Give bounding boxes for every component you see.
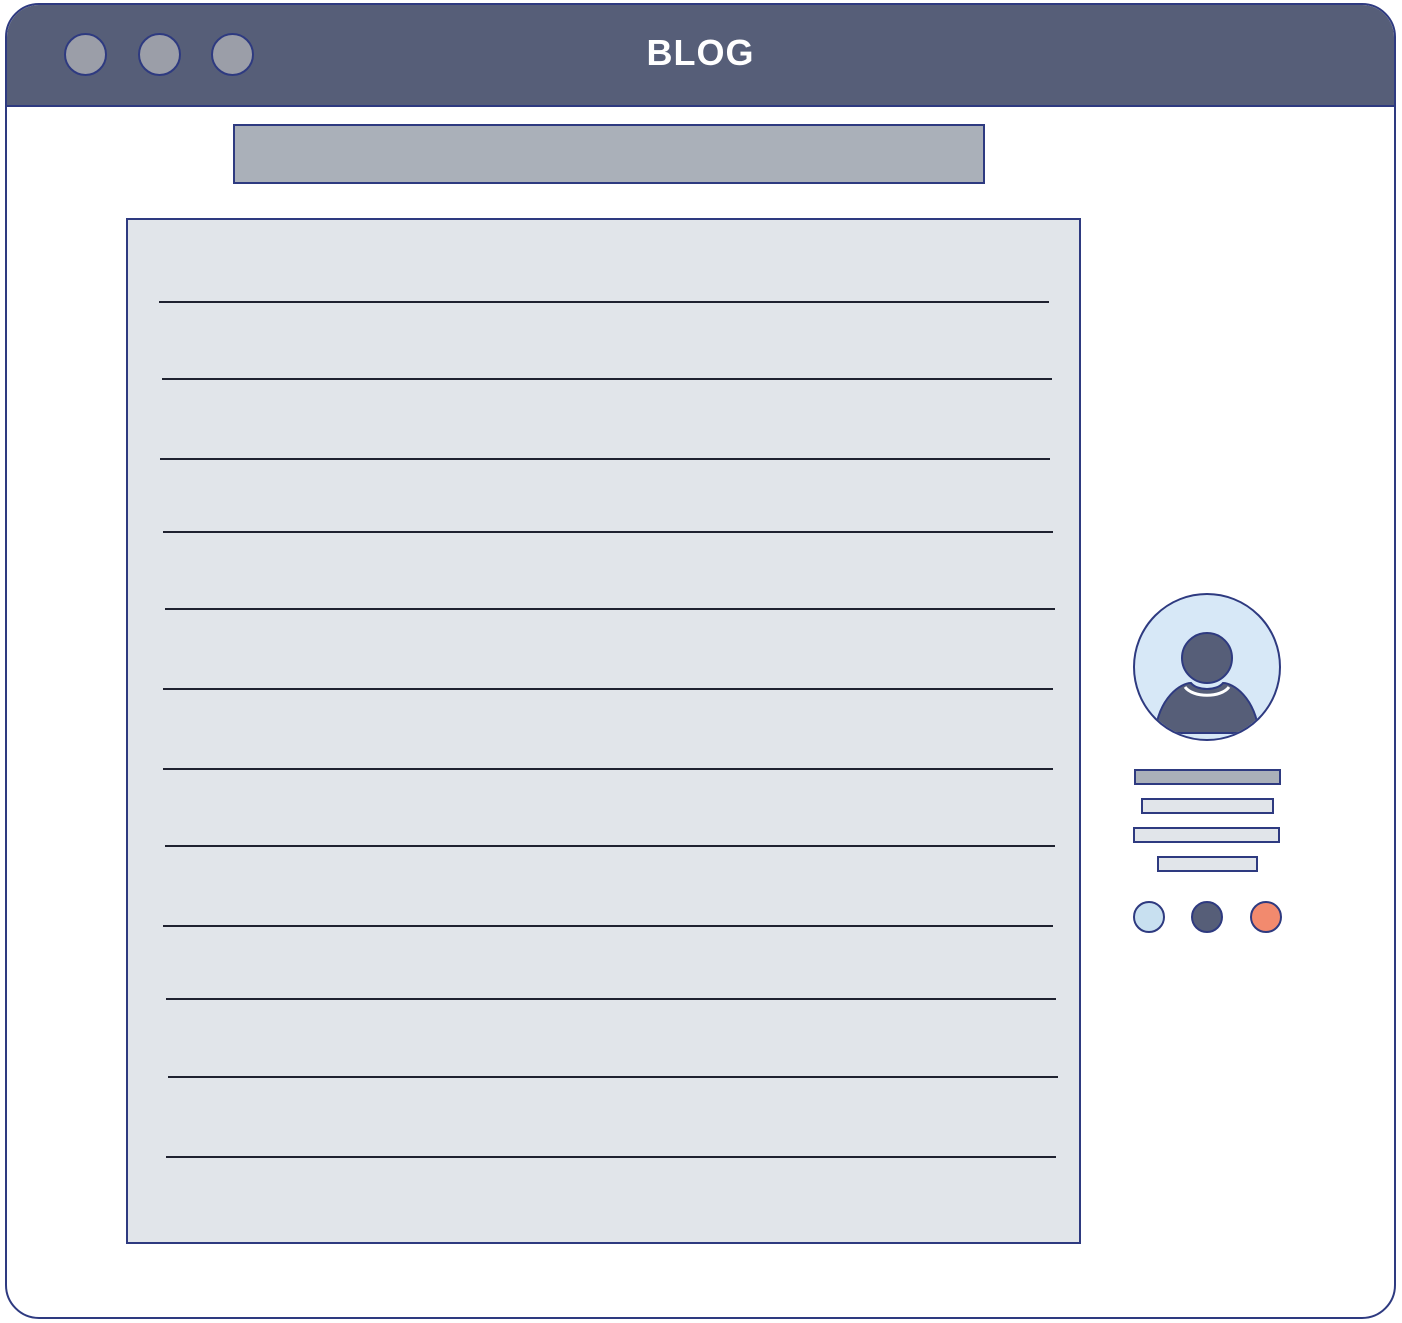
title-bar: BLOG: [7, 5, 1394, 107]
text-line-1: [159, 301, 1049, 303]
text-line-4: [163, 531, 1053, 533]
text-line-11: [168, 1076, 1058, 1078]
text-line-8: [165, 845, 1055, 847]
author-name-bar: [1134, 769, 1281, 785]
article-body: [126, 218, 1081, 1244]
text-line-9: [163, 925, 1053, 927]
headline-placeholder: [233, 124, 985, 184]
author-detail-bar-1: [1141, 798, 1274, 814]
social-dot-light-blue[interactable]: [1133, 901, 1165, 933]
text-line-12: [166, 1156, 1056, 1158]
author-detail-bar-2: [1133, 827, 1280, 843]
avatar[interactable]: [1133, 593, 1281, 741]
text-line-3: [160, 458, 1050, 460]
social-dot-slate[interactable]: [1191, 901, 1223, 933]
social-dot-coral[interactable]: [1250, 901, 1282, 933]
author-detail-bar-3: [1157, 856, 1258, 872]
text-line-5: [165, 608, 1055, 610]
text-line-10: [166, 998, 1056, 1000]
browser-window: BLOG: [5, 3, 1396, 1319]
window-title: BLOG: [646, 32, 755, 73]
text-line-6: [163, 688, 1053, 690]
text-line-2: [162, 378, 1052, 380]
text-line-7: [163, 768, 1053, 770]
user-avatar-icon: [1153, 632, 1261, 734]
